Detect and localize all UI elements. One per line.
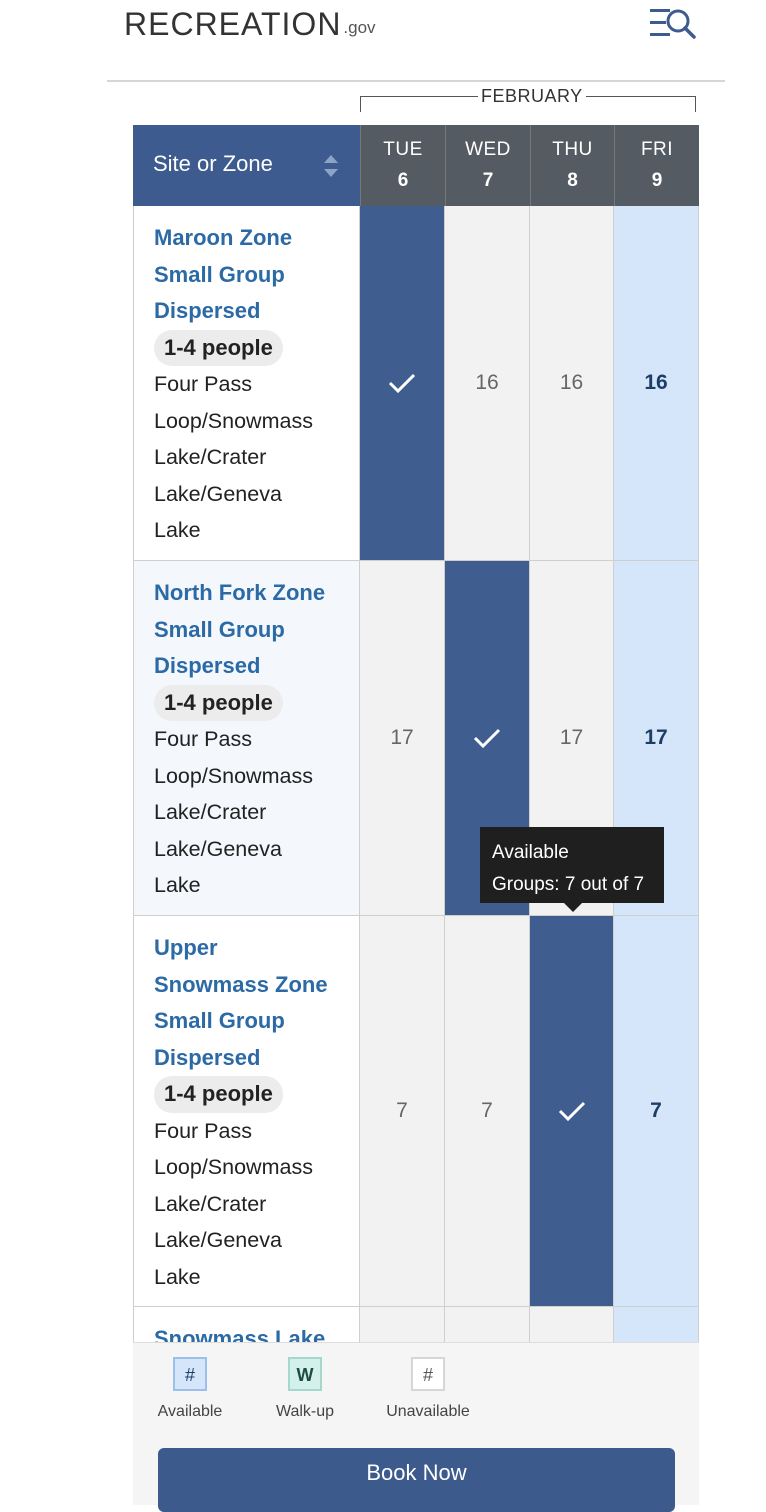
legend-swatch-walkup: W xyxy=(288,1357,322,1391)
location-line: Lake xyxy=(154,1264,201,1289)
availability-cell[interactable]: 16 xyxy=(530,206,614,560)
location-line: Lake/Crater xyxy=(154,800,267,824)
availability-cell-available[interactable]: 16 xyxy=(614,206,699,560)
site-name-line: Maroon Zone xyxy=(154,225,293,250)
people-badge: 1-4 people xyxy=(154,1076,283,1113)
tooltip-title: Available xyxy=(492,842,569,863)
site-name-line: Snowmass Lake xyxy=(154,1326,326,1342)
site-name-link[interactable]: North Fork Zone Small Group Dispersed xyxy=(154,575,359,685)
people-badge: 1-4 people xyxy=(154,329,283,366)
day-of-week: THU xyxy=(552,139,593,160)
site-name-line: Small Group xyxy=(154,1008,285,1033)
day-number: 6 xyxy=(397,170,409,191)
location-line: Four Pass xyxy=(154,1118,252,1143)
site-name-link[interactable]: Maroon Zone Small Group Dispersed xyxy=(154,220,359,330)
sort-icon[interactable] xyxy=(321,153,341,179)
availability-tooltip: Available Groups: 7 out of 7 xyxy=(480,827,664,912)
legend-swatch-unavailable: # xyxy=(411,1357,445,1391)
location-line: Lake xyxy=(154,518,201,542)
legend-unavailable: # Unavailable xyxy=(383,1357,473,1421)
location-line: Lake/Geneva xyxy=(154,481,282,506)
header-divider xyxy=(107,80,725,82)
month-label: FEBRUARY xyxy=(478,86,586,107)
site-name-line: Dispersed xyxy=(154,298,261,323)
site-name-line: Upper xyxy=(154,935,218,960)
legend-available: # Available xyxy=(157,1357,223,1421)
location-line: Lake/Crater xyxy=(154,445,267,469)
site-name-link[interactable]: Snowmass Lake xyxy=(154,1321,359,1342)
day-number: 8 xyxy=(567,170,578,191)
day-header-thu: THU 8 xyxy=(530,125,614,206)
location-line: Loop/Snowmass xyxy=(154,408,313,433)
availability-cell[interactable] xyxy=(445,1307,530,1342)
people-badge: 1-4 people xyxy=(154,684,283,721)
logo-text: RECREATION xyxy=(124,6,342,42)
menu-search-button[interactable] xyxy=(648,6,702,40)
legend-panel: # Available W Walk-up # Unavailable Book… xyxy=(133,1342,699,1512)
day-of-week: TUE xyxy=(383,139,423,160)
day-number: 9 xyxy=(651,170,663,191)
site-location: Four Pass Loop/Snowmass Lake/Crater Lake… xyxy=(154,366,359,549)
checkmark-icon xyxy=(558,1101,585,1122)
legend-swatch-available: # xyxy=(173,1357,207,1391)
site-name-line: Snowmass Zone xyxy=(154,971,328,997)
legend-walkup: W Walk-up xyxy=(271,1357,339,1421)
site-cell: Upper Snowmass Zone Small Group Disperse… xyxy=(133,916,360,1306)
table-row: Upper Snowmass Zone Small Group Disperse… xyxy=(133,916,699,1307)
day-of-week: FRI xyxy=(640,139,674,160)
availability-cell-available[interactable] xyxy=(614,1307,699,1342)
location-line: Lake/Crater xyxy=(154,1191,267,1216)
availability-cell-available[interactable]: 7 xyxy=(614,916,699,1306)
day-of-week: WED xyxy=(465,139,511,160)
day-number: 7 xyxy=(482,170,494,191)
availability-cell-selected[interactable] xyxy=(360,206,445,560)
location-line: Loop/Snowmass xyxy=(154,763,313,788)
location-line: Four Pass xyxy=(154,372,252,396)
availability-cell-selected[interactable] xyxy=(530,916,614,1306)
site-name-line: North Fork Zone xyxy=(154,580,326,605)
day-header-wed: WED 7 xyxy=(445,125,530,206)
site-cell: Snowmass Lake xyxy=(133,1307,360,1342)
availability-grid: Site or Zone TUE 6 WED 7 THU 8 FRI 9 Mar… xyxy=(133,125,699,1342)
site-name-line: Small Group xyxy=(154,261,285,287)
location-line: Lake/Geneva xyxy=(154,836,282,861)
site-location: Four Pass Loop/Snowmass Lake/Crater Lake… xyxy=(154,721,359,904)
availability-cell[interactable]: 16 xyxy=(445,206,530,560)
recreation-gov-logo[interactable]: RECREATION .gov xyxy=(124,4,376,44)
location-line: Lake/Geneva xyxy=(154,1228,282,1252)
site-cell: North Fork Zone Small Group Dispersed 1-… xyxy=(133,561,360,915)
tooltip-detail: Groups: 7 out of 7 xyxy=(492,874,645,895)
checkmark-icon xyxy=(473,728,501,749)
site-name-line: Small Group xyxy=(154,616,285,642)
book-now-button[interactable]: Book Now xyxy=(158,1448,675,1512)
site-cell: Maroon Zone Small Group Dispersed 1-4 pe… xyxy=(133,206,360,560)
location-line: Loop/Snowmass xyxy=(154,1155,313,1179)
site-name-line: Dispersed xyxy=(154,1044,261,1070)
site-name-link[interactable]: Upper Snowmass Zone Small Group Disperse… xyxy=(154,930,359,1076)
checkmark-icon xyxy=(388,373,416,394)
availability-cell[interactable]: 7 xyxy=(360,916,445,1306)
site-column-label: Site or Zone xyxy=(153,151,273,176)
site-location: Four Pass Loop/Snowmass Lake/Crater Lake… xyxy=(154,1113,359,1296)
table-row: Snowmass Lake xyxy=(133,1307,699,1342)
logo-suffix: .gov xyxy=(343,18,376,37)
availability-cell[interactable]: 7 xyxy=(445,916,530,1306)
availability-cell[interactable] xyxy=(530,1307,614,1342)
location-line: Lake xyxy=(154,873,201,897)
legend-label: Available xyxy=(157,1403,223,1420)
day-header-fri: FRI 9 xyxy=(614,125,699,206)
legend-label: Walk-up xyxy=(275,1403,335,1420)
location-line: Four Pass xyxy=(154,727,252,751)
menu-search-icon xyxy=(650,9,696,39)
day-header-tue: TUE 6 xyxy=(360,125,445,206)
availability-cell[interactable] xyxy=(360,1307,445,1342)
table-row: Maroon Zone Small Group Dispersed 1-4 pe… xyxy=(133,206,699,561)
site-column-header[interactable]: Site or Zone xyxy=(133,125,360,206)
availability-cell[interactable]: 17 xyxy=(360,561,445,915)
legend-label: Unavailable xyxy=(386,1403,470,1420)
site-name-line: Dispersed xyxy=(154,653,261,678)
